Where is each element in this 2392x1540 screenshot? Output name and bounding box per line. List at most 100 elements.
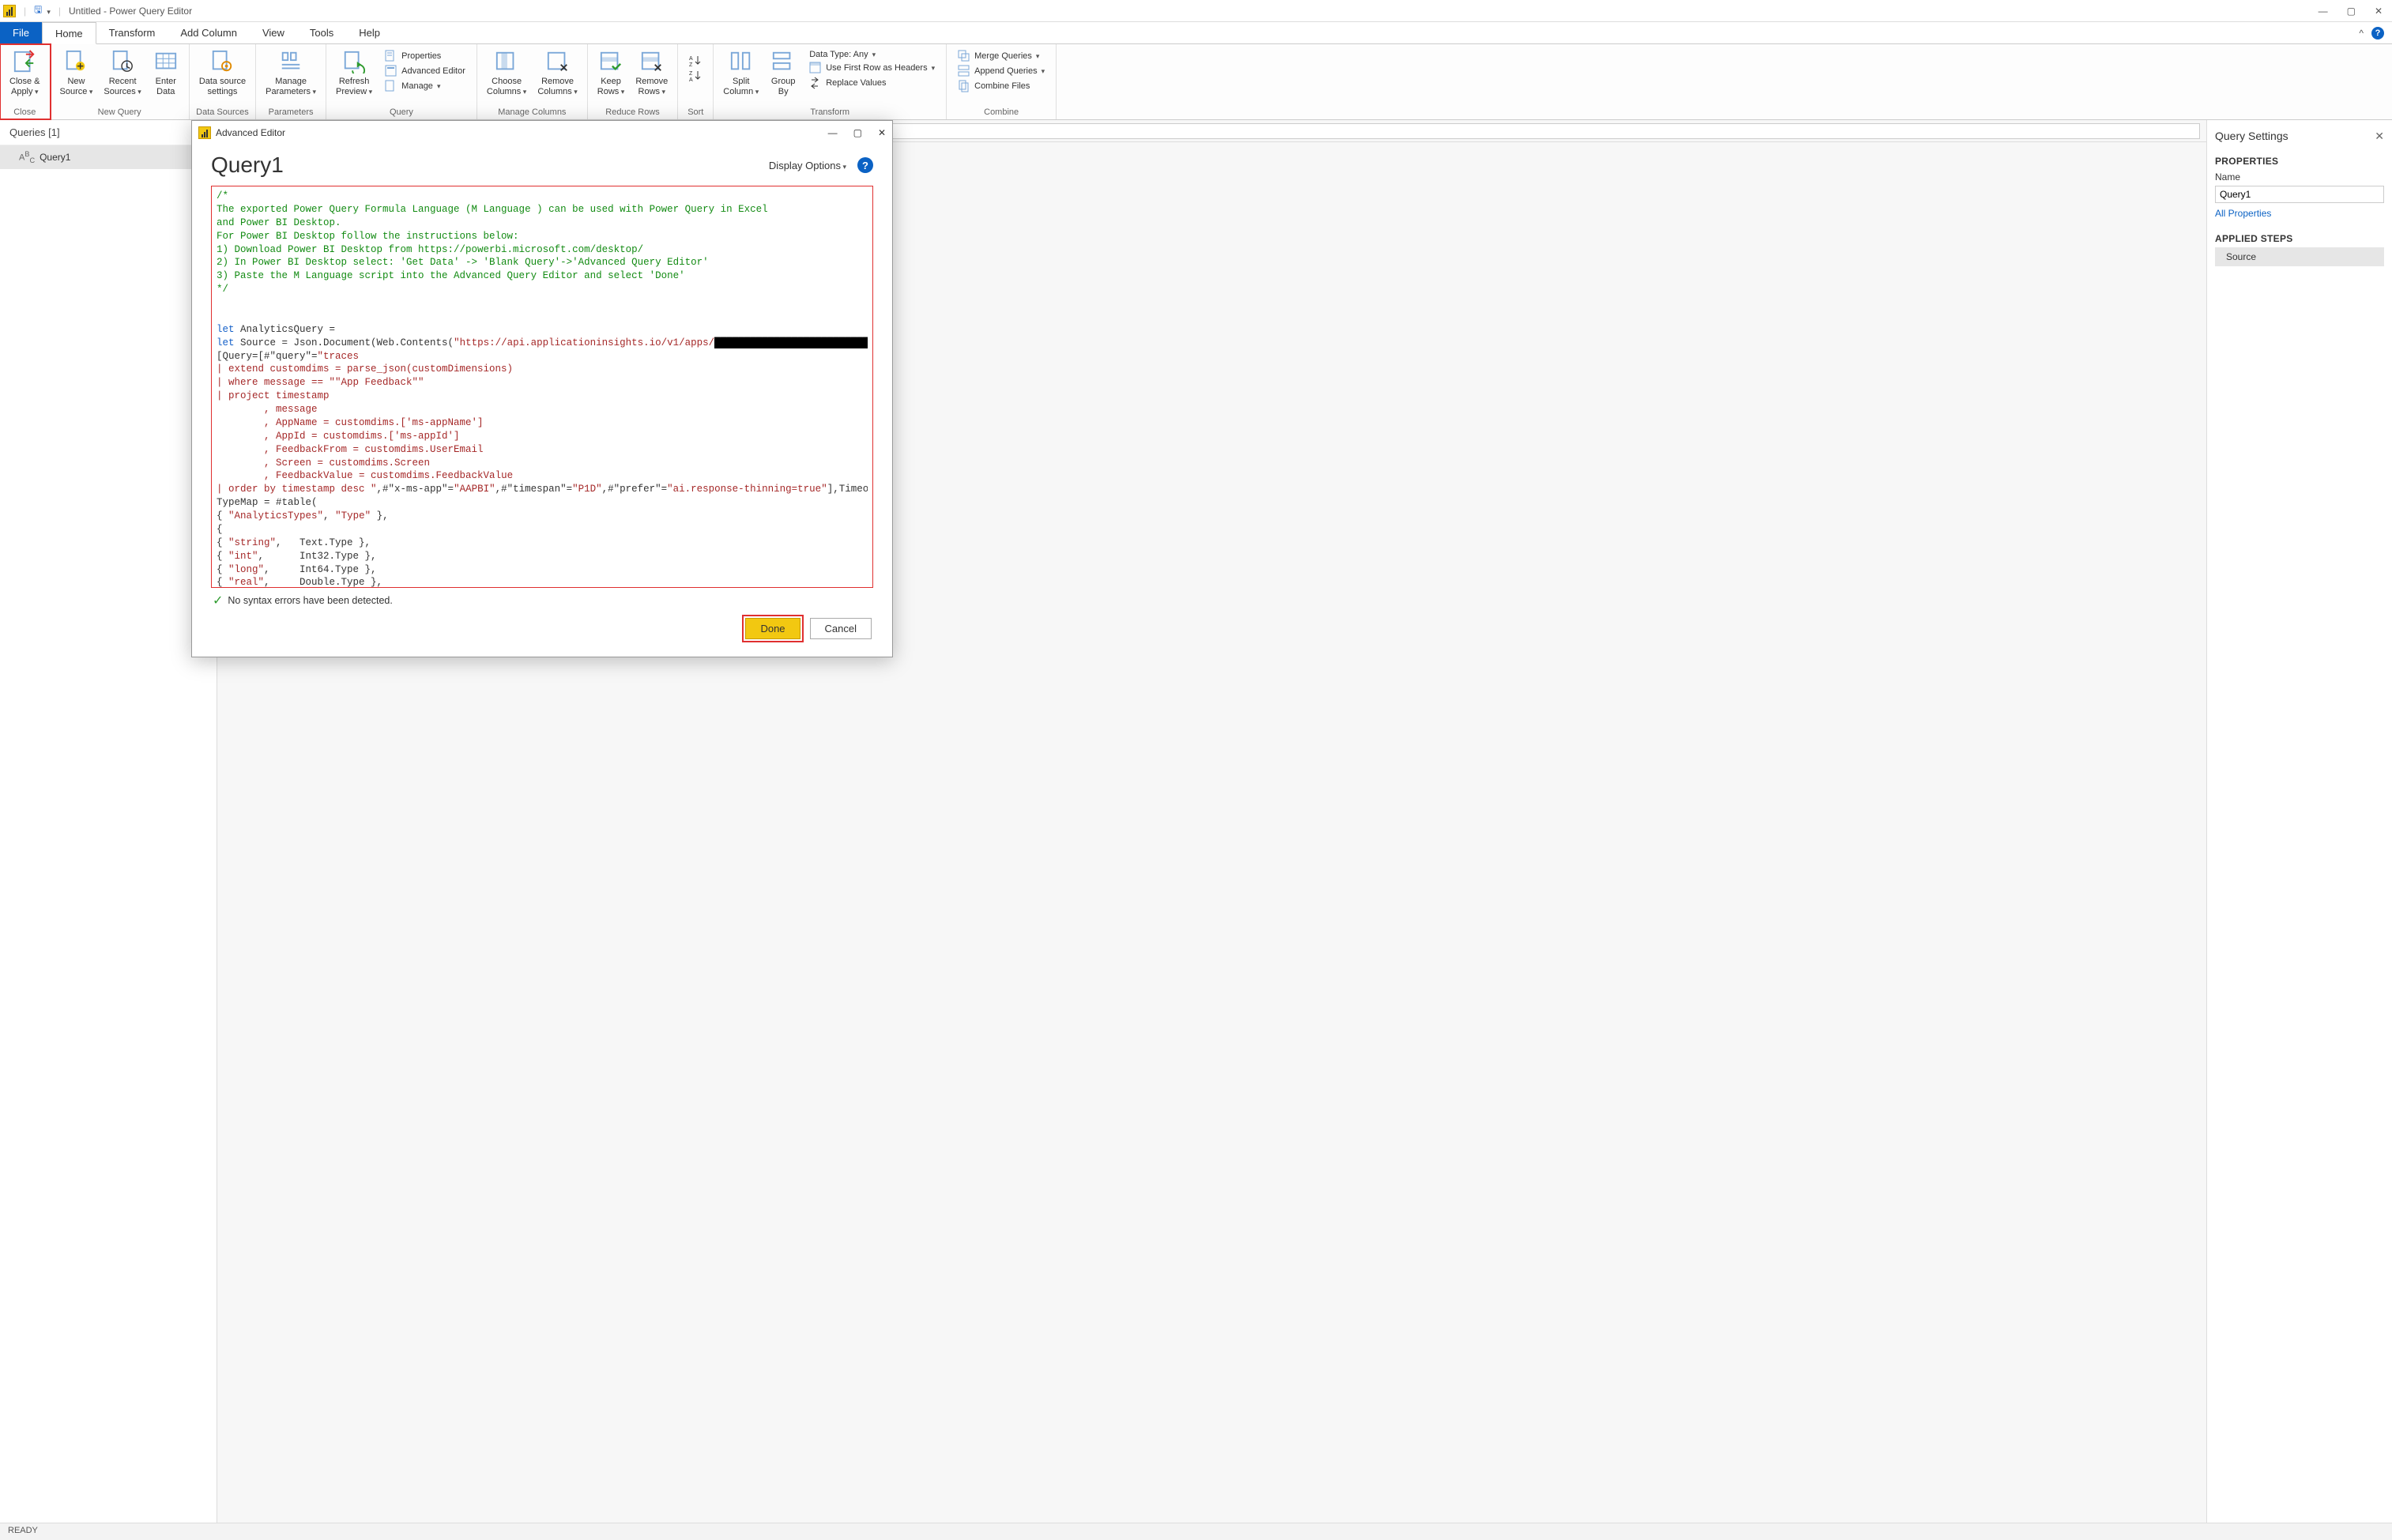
merge-queries-label: Merge Queries bbox=[974, 51, 1032, 61]
keep-rows-button[interactable]: Keep Rows bbox=[593, 46, 630, 100]
dialog-close[interactable]: ✕ bbox=[878, 127, 886, 138]
query-settings-close[interactable]: ✕ bbox=[2375, 130, 2384, 143]
group-query-label: Query bbox=[331, 106, 472, 119]
dialog-titlebar[interactable]: Advanced Editor — ▢ ✕ bbox=[192, 121, 892, 145]
group-by-button[interactable]: Group By bbox=[765, 46, 801, 100]
close-apply-icon bbox=[13, 49, 36, 74]
group-by-icon bbox=[771, 49, 795, 74]
code-editor[interactable]: /* The exported Power Query Formula Lang… bbox=[211, 186, 873, 588]
name-label: Name bbox=[2215, 171, 2384, 183]
status-ready: READY bbox=[8, 1526, 38, 1535]
check-icon: ✓ bbox=[213, 593, 223, 608]
advanced-editor-dialog: Advanced Editor — ▢ ✕ Query1 Display Opt… bbox=[191, 120, 893, 657]
step-source[interactable]: Source bbox=[2215, 247, 2384, 266]
svg-text:A: A bbox=[689, 77, 693, 82]
data-source-settings-icon bbox=[210, 49, 234, 74]
name-input[interactable] bbox=[2215, 186, 2384, 203]
syntax-status: ✓ No syntax errors have been detected. bbox=[211, 588, 873, 613]
sort-desc-button[interactable]: ZA bbox=[686, 69, 705, 83]
cancel-button[interactable]: Cancel bbox=[810, 618, 872, 639]
query-settings-title: Query Settings bbox=[2215, 130, 2288, 143]
combine-files-label: Combine Files bbox=[974, 81, 1030, 91]
qat-dropdown[interactable] bbox=[45, 6, 51, 17]
all-properties-link[interactable]: All Properties bbox=[2215, 208, 2384, 219]
tab-add-column[interactable]: Add Column bbox=[168, 22, 250, 43]
append-queries-button[interactable]: Append Queries bbox=[955, 64, 1048, 78]
refresh-icon bbox=[342, 49, 366, 74]
code-content[interactable]: /* The exported Power Query Formula Lang… bbox=[217, 190, 868, 588]
manage-parameters-label: Manage Parameters bbox=[266, 77, 316, 96]
new-source-icon bbox=[64, 49, 88, 74]
properties-button[interactable]: Properties bbox=[382, 49, 469, 63]
help-icon[interactable]: ? bbox=[2371, 27, 2384, 40]
query-item-query1[interactable]: ABC Query1 bbox=[0, 145, 217, 169]
dialog-maximize[interactable]: ▢ bbox=[853, 127, 862, 138]
tab-help[interactable]: Help bbox=[346, 22, 393, 43]
group-sort: AZ ZA Sort bbox=[678, 44, 714, 119]
group-combine: Merge Queries Append Queries Combine Fil… bbox=[947, 44, 1057, 119]
svg-text:A: A bbox=[689, 56, 693, 62]
group-reduce-rows-label: Reduce Rows bbox=[593, 106, 673, 119]
titlebar: | 🖫 | Untitled - Power Query Editor — ▢ … bbox=[0, 0, 2392, 22]
status-bar: READY bbox=[0, 1523, 2392, 1540]
done-button[interactable]: Done bbox=[745, 618, 800, 639]
minimize-button[interactable]: — bbox=[2319, 6, 2328, 17]
replace-values-button[interactable]: Replace Values bbox=[806, 76, 938, 90]
dialog-help-icon[interactable]: ? bbox=[857, 157, 873, 173]
dialog-app-icon bbox=[198, 126, 211, 139]
syntax-message: No syntax errors have been detected. bbox=[228, 595, 392, 606]
enter-data-label: Enter Data bbox=[156, 77, 176, 96]
advanced-editor-button[interactable]: Advanced Editor bbox=[382, 64, 469, 78]
recent-sources-button[interactable]: Recent Sources bbox=[99, 46, 145, 100]
svg-text:Z: Z bbox=[689, 62, 693, 67]
data-source-settings-button[interactable]: Data source settings bbox=[194, 46, 251, 100]
merge-queries-button[interactable]: Merge Queries bbox=[955, 49, 1048, 63]
data-type-button[interactable]: Data Type: Any bbox=[806, 49, 938, 60]
append-queries-label: Append Queries bbox=[974, 66, 1038, 76]
close-button[interactable]: ✕ bbox=[2375, 6, 2383, 17]
tab-tools[interactable]: Tools bbox=[297, 22, 346, 43]
display-options-button[interactable]: Display Options bbox=[769, 160, 846, 171]
tab-file[interactable]: File bbox=[0, 22, 42, 43]
group-reduce-rows: Keep Rows Remove Rows Reduce Rows bbox=[588, 44, 679, 119]
tab-transform[interactable]: Transform bbox=[96, 22, 168, 43]
keep-rows-icon bbox=[599, 49, 623, 74]
group-manage-columns-label: Manage Columns bbox=[482, 106, 582, 119]
keep-rows-label: Keep Rows bbox=[597, 77, 625, 96]
remove-columns-button[interactable]: Remove Columns bbox=[533, 46, 582, 100]
choose-columns-button[interactable]: Choose Columns bbox=[482, 46, 531, 100]
ribbon-collapse[interactable]: ^ bbox=[2359, 28, 2364, 39]
close-apply-button[interactable]: Close & Apply bbox=[5, 46, 45, 100]
qat-save-icon[interactable]: 🖫 bbox=[34, 2, 42, 19]
refresh-preview-button[interactable]: Refresh Preview bbox=[331, 46, 377, 100]
new-source-label: New Source bbox=[60, 77, 93, 96]
new-source-button[interactable]: New Source bbox=[55, 46, 98, 100]
group-data-sources: Data source settings Data Sources bbox=[190, 44, 256, 119]
manage-parameters-button[interactable]: Manage Parameters bbox=[261, 46, 321, 100]
refresh-preview-label: Refresh Preview bbox=[336, 77, 372, 96]
properties-section-label: PROPERTIES bbox=[2215, 156, 2384, 167]
data-type-label: Data Type: Any bbox=[809, 50, 868, 59]
enter-data-button[interactable]: Enter Data bbox=[148, 46, 184, 100]
app-icon bbox=[3, 5, 16, 17]
first-row-headers-button[interactable]: Use First Row as Headers bbox=[806, 61, 938, 75]
combine-files-button[interactable]: Combine Files bbox=[955, 79, 1048, 93]
window-title: Untitled - Power Query Editor bbox=[69, 6, 192, 17]
group-new-query: New Source Recent Sources Enter Data New… bbox=[51, 44, 190, 119]
tab-home[interactable]: Home bbox=[42, 22, 96, 44]
tab-view[interactable]: View bbox=[250, 22, 297, 43]
remove-rows-button[interactable]: Remove Rows bbox=[631, 46, 672, 100]
maximize-button[interactable]: ▢ bbox=[2347, 6, 2356, 17]
ribbon-tabs: File Home Transform Add Column View Tool… bbox=[0, 22, 2392, 44]
recent-sources-label: Recent Sources bbox=[104, 77, 141, 96]
group-manage-columns: Choose Columns Remove Columns Manage Col… bbox=[477, 44, 588, 119]
dialog-minimize[interactable]: — bbox=[828, 127, 838, 138]
split-column-button[interactable]: Split Column bbox=[718, 46, 763, 100]
group-data-sources-label: Data Sources bbox=[194, 106, 251, 119]
ribbon: Close & Apply Close New Source Recent So… bbox=[0, 44, 2392, 120]
queries-pane: Queries [1] ABC Query1 bbox=[0, 120, 217, 1523]
query-settings-pane: Query Settings ✕ PROPERTIES Name All Prop… bbox=[2206, 120, 2392, 1523]
split-column-label: Split Column bbox=[723, 77, 759, 96]
sort-asc-button[interactable]: AZ bbox=[686, 54, 705, 68]
manage-button[interactable]: Manage bbox=[382, 79, 469, 93]
